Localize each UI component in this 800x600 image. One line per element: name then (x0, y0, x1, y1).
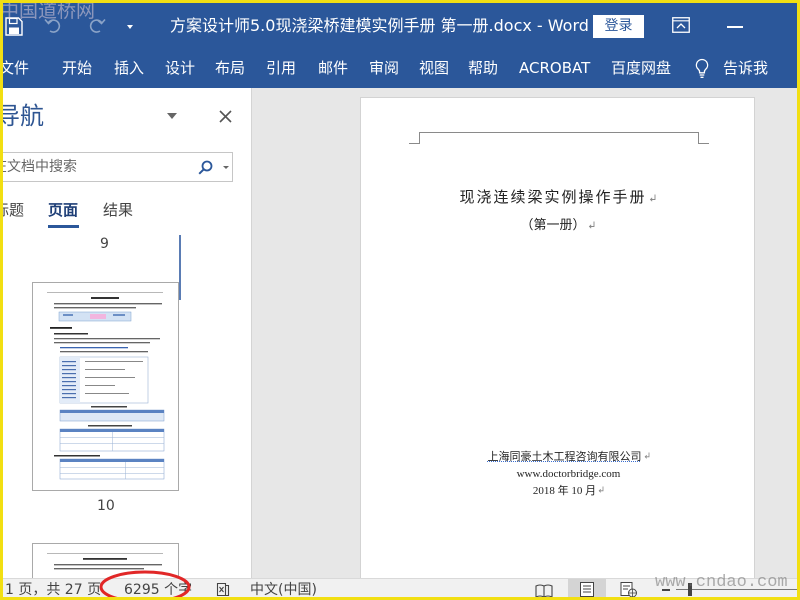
window-title: 方案设计师5.0现浇梁桥建模实例手册 第一册.docx - Word (170, 16, 589, 35)
web-layout-icon[interactable] (620, 582, 638, 600)
page-thumbnail[interactable] (32, 282, 179, 491)
tab-results[interactable]: 结果 (103, 200, 133, 220)
customize-dropdown-icon[interactable] (127, 25, 133, 29)
word-count-status[interactable]: 6295 个字 (124, 582, 192, 598)
company-website: www.doctorbridge.com (516, 468, 621, 480)
website-line[interactable]: www.doctorbridge.com (361, 466, 754, 482)
tab-acrobat[interactable]: ACROBAT (519, 59, 590, 77)
search-options-dropdown-icon[interactable] (223, 166, 229, 169)
document-subtitle: （第一册） (520, 217, 586, 232)
title-bar: 方案设计师5.0现浇梁桥建模实例手册 第一册.docx - Word 登录 (0, 0, 800, 50)
ribbon-display-options-icon[interactable] (672, 17, 690, 37)
page-thumbnail[interactable] (32, 543, 179, 578)
tab-mailings[interactable]: 邮件 (318, 59, 348, 77)
close-icon[interactable] (219, 108, 232, 127)
lightbulb-icon[interactable] (694, 58, 710, 83)
search-icon[interactable] (198, 160, 213, 179)
redo-icon[interactable] (89, 17, 106, 37)
zoom-slider-thumb[interactable] (688, 583, 692, 596)
tab-pages[interactable]: 页面 (48, 200, 78, 220)
tab-design[interactable]: 设计 (165, 59, 195, 77)
tab-layout[interactable]: 布局 (215, 59, 245, 77)
document-page[interactable]: 现浇连续梁实例操作手册 （第一册） 上海同豪土木工程咨询有限公司 www.doc… (360, 97, 755, 578)
active-tab-indicator (48, 225, 79, 228)
zoom-slider[interactable] (676, 589, 800, 590)
print-layout-icon[interactable] (579, 582, 595, 600)
document-title-line[interactable]: 现浇连续梁实例操作手册 (361, 188, 754, 209)
document-title: 现浇连续梁实例操作手册 (459, 190, 647, 206)
navigation-pane-title: 导航 (0, 102, 44, 130)
tab-home[interactable]: 开始 (62, 59, 92, 77)
status-bar: 1 页，共 27 页 6295 个字 中文(中国) (0, 578, 800, 600)
read-mode-icon[interactable] (535, 583, 553, 600)
company-name: 上海同豪土木工程咨询有限公司 (487, 451, 642, 463)
tab-review[interactable]: 审阅 (369, 59, 399, 77)
word-window: 方案设计师5.0现浇梁桥建模实例手册 第一册.docx - Word 登录 中国… (0, 0, 800, 600)
page-thumbnail-preview (47, 292, 165, 480)
undo-icon[interactable] (44, 17, 61, 37)
tell-me-search[interactable]: 告诉我 (723, 59, 768, 77)
tab-insert[interactable]: 插入 (114, 59, 144, 77)
ribbon-tabs: 文件 开始 插入 设计 布局 引用 邮件 审阅 视图 帮助 ACROBAT 百度… (0, 50, 800, 88)
tab-help[interactable]: 帮助 (468, 59, 498, 77)
tab-file[interactable]: 文件 (0, 59, 29, 77)
scroll-position-indicator[interactable] (179, 235, 181, 300)
document-date: 2018 年 10 月 (532, 485, 597, 497)
paragraph-mark-icon (644, 449, 650, 465)
tab-baidu-netdisk[interactable]: 百度网盘 (611, 59, 671, 77)
search-input[interactable]: 在文档中搜索 (0, 152, 233, 182)
document-canvas[interactable]: 现浇连续梁实例操作手册 （第一册） 上海同豪土木工程咨询有限公司 www.doc… (252, 88, 800, 578)
page-thumbnail-preview (47, 553, 163, 570)
date-line[interactable]: 2018 年 10 月 (361, 483, 754, 499)
minimize-icon[interactable] (727, 26, 743, 28)
page-label: 10 (97, 498, 115, 514)
paragraph-mark-icon (649, 189, 656, 209)
paragraph-mark-icon (588, 217, 595, 235)
pane-options-dropdown-icon[interactable] (167, 113, 177, 119)
tab-headings[interactable]: 标题 (0, 200, 24, 220)
navigation-pane: 导航 在文档中搜索 标题 页面 结果 9 (0, 88, 252, 578)
search-placeholder: 在文档中搜索 (0, 159, 77, 175)
language-status[interactable]: 中文(中国) (250, 582, 317, 598)
page-count-status[interactable]: 1 页，共 27 页 (5, 582, 101, 598)
login-button[interactable]: 登录 (593, 15, 644, 38)
save-icon[interactable] (5, 17, 23, 40)
paragraph-mark-icon (598, 483, 604, 499)
document-subtitle-line[interactable]: （第一册） (361, 216, 754, 235)
page-label: 9 (100, 236, 109, 252)
proofing-icon[interactable] (216, 582, 232, 600)
header-margin-marks (409, 132, 709, 144)
zoom-out-icon[interactable] (662, 589, 670, 591)
company-line[interactable]: 上海同豪土木工程咨询有限公司 (361, 449, 754, 465)
tab-references[interactable]: 引用 (266, 59, 296, 77)
tab-view[interactable]: 视图 (419, 59, 449, 77)
